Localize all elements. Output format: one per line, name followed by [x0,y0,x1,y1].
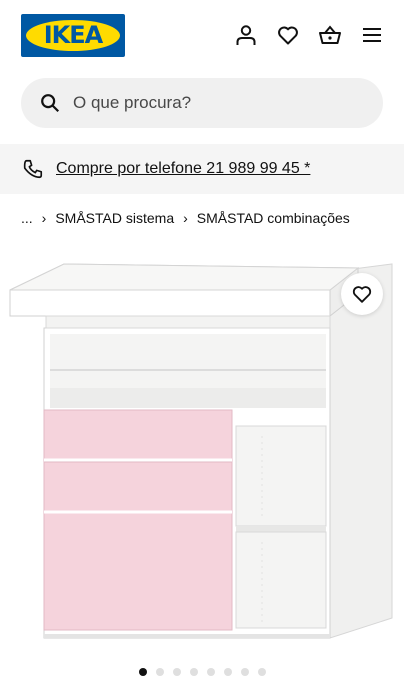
heart-icon [352,286,372,303]
profile-icon[interactable] [231,20,261,50]
carousel-dot[interactable] [206,668,215,676]
chevron-right-icon: › [183,210,188,226]
favorite-button[interactable] [341,273,383,315]
ikea-logo[interactable]: IKEA [21,14,125,57]
phone-icon [23,159,43,179]
logo-oval: IKEA [26,20,120,51]
breadcrumb: ... › SMÅSTAD sistema › SMÅSTAD combinaç… [21,208,350,228]
heart-icon[interactable] [273,20,303,50]
phone-order-link[interactable]: Compre por telefone 21 989 99 45 * [56,160,310,178]
site-header: IKEA [0,0,404,72]
carousel-indicator [0,668,404,680]
carousel-dot[interactable] [172,668,181,676]
product-image[interactable] [0,250,404,660]
phone-banner: Compre por telefone 21 989 99 45 * [0,144,404,194]
carousel-dot[interactable] [257,668,266,676]
carousel-dot[interactable] [240,668,249,676]
search-input[interactable] [73,93,363,113]
carousel-dot[interactable] [223,668,232,676]
breadcrumb-smastad-combinacoes[interactable]: SMÅSTAD combinações [197,210,350,226]
search-bar[interactable] [21,78,383,128]
basket-icon[interactable] [315,20,345,50]
carousel-dot[interactable] [189,668,198,676]
breadcrumb-ellipsis[interactable]: ... [21,210,33,226]
logo-text: IKEA [43,21,104,49]
carousel-dot[interactable] [155,668,164,676]
search-icon [41,94,60,113]
carousel-dot[interactable] [138,668,147,676]
breadcrumb-smastad-sistema[interactable]: SMÅSTAD sistema [55,210,174,226]
chevron-right-icon: › [41,210,47,226]
menu-icon[interactable] [357,20,387,50]
